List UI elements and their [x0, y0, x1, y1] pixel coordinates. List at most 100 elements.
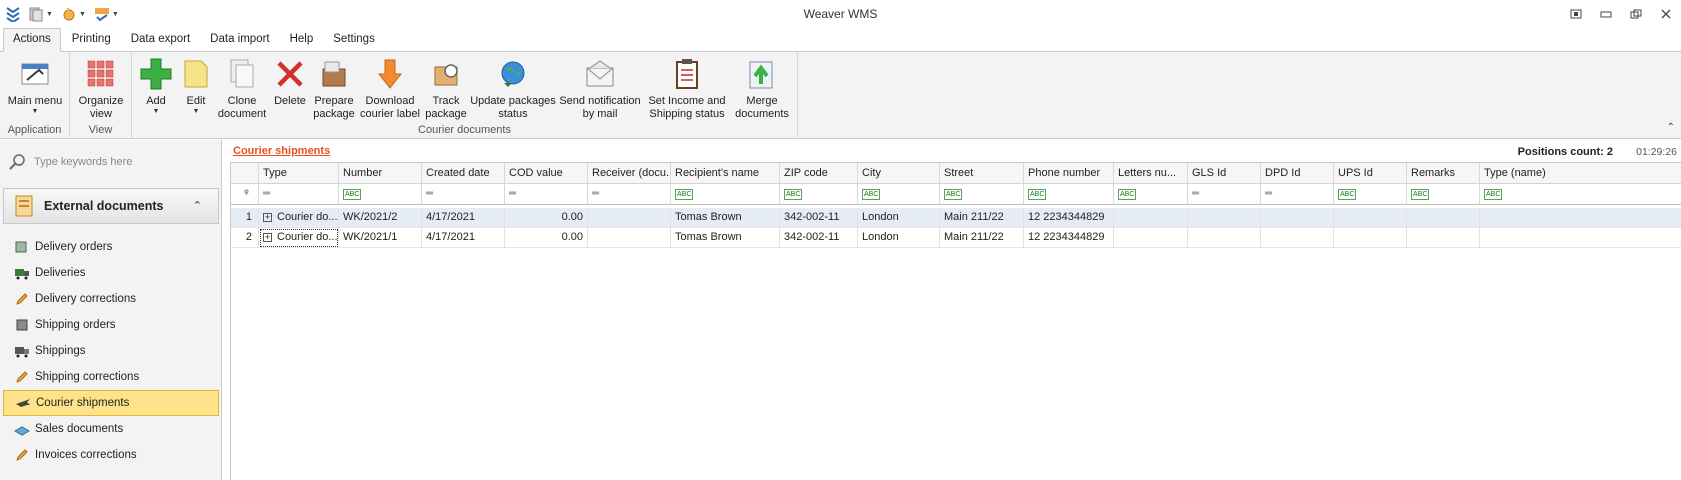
cell-type[interactable]: + Courier do... — [259, 228, 339, 248]
filter-cell-street[interactable]: ABC — [940, 184, 1024, 205]
sidebar-item-shipping-orders[interactable]: Shipping orders — [3, 312, 219, 338]
cell-receiver[interactable] — [588, 228, 671, 248]
filter-cell-remarks[interactable]: ABC — [1407, 184, 1480, 205]
column-header-cod-value[interactable]: COD value — [505, 163, 588, 184]
filter-cell-created-date[interactable]: ═ — [422, 184, 505, 205]
qat-spellcheck-button[interactable]: ▼ — [92, 4, 121, 24]
table-row[interactable]: 2 + Courier do... WK/2021/1 4/17/2021 0.0… — [231, 228, 1681, 248]
collapse-ribbon-button[interactable]: ⌃ — [1667, 122, 1675, 133]
cell-ups-id[interactable] — [1334, 208, 1407, 228]
restore-button[interactable] — [1621, 0, 1651, 28]
filter-cell-type-name[interactable]: ABC — [1480, 184, 1681, 205]
filter-cell-recipient-name[interactable]: ABC — [671, 184, 780, 205]
column-header-type-name[interactable]: Type (name) — [1480, 163, 1681, 184]
screenshot-button[interactable] — [1561, 0, 1591, 28]
column-header-recipient-name[interactable]: Recipient's name — [671, 163, 780, 184]
cell-letters-number[interactable] — [1114, 228, 1188, 248]
organize-view-button[interactable]: Organize view — [74, 54, 128, 121]
sidebar-item-shippings[interactable]: Shippings — [3, 338, 219, 364]
cell-letters-number[interactable] — [1114, 208, 1188, 228]
app-menu-button[interactable] — [4, 4, 22, 24]
sidebar-item-delivery-corrections[interactable]: Delivery corrections — [3, 286, 219, 312]
close-button[interactable] — [1651, 0, 1681, 28]
cell-receiver[interactable] — [588, 208, 671, 228]
filter-cell-zip-code[interactable]: ABC — [780, 184, 858, 205]
filter-cell-gls-id[interactable]: ═ — [1188, 184, 1261, 205]
cell-type-name[interactable] — [1480, 208, 1681, 228]
column-header-receiver[interactable]: Receiver (docu... — [588, 163, 671, 184]
cell-ups-id[interactable] — [1334, 228, 1407, 248]
column-header-city[interactable]: City — [858, 163, 940, 184]
minimize-button[interactable] — [1591, 0, 1621, 28]
column-header-letters-number[interactable]: Letters nu... — [1114, 163, 1188, 184]
cell-street[interactable]: Main 211/22 — [940, 208, 1024, 228]
sidebar-item-deliveries[interactable]: Deliveries — [3, 260, 219, 286]
filter-cell-number[interactable]: ABC — [339, 184, 422, 205]
nav-group-external-documents[interactable]: External documents ⌃ — [3, 188, 219, 224]
sidebar-item-invoices-corrections[interactable]: Invoices corrections — [3, 442, 219, 468]
sidebar-item-sales-documents[interactable]: Sales documents — [3, 416, 219, 442]
column-header-phone-number[interactable]: Phone number — [1024, 163, 1114, 184]
cell-created-date[interactable]: 4/17/2021 — [422, 208, 505, 228]
filter-cell-letters-number[interactable]: ABC — [1114, 184, 1188, 205]
cell-phone-number[interactable]: 12 2234344829 — [1024, 208, 1114, 228]
cell-recipient-name[interactable]: Tomas Brown — [671, 228, 780, 248]
cell-type[interactable]: + Courier do... — [259, 208, 339, 228]
send-notification-button[interactable]: Send notification by mail — [558, 54, 642, 121]
track-package-button[interactable]: Track package — [422, 54, 470, 121]
cell-created-date[interactable]: 4/17/2021 — [422, 228, 505, 248]
edit-button[interactable]: Edit ▼ — [178, 54, 214, 116]
column-header-type[interactable]: Type — [259, 163, 339, 184]
column-header-remarks[interactable]: Remarks — [1407, 163, 1480, 184]
filter-cell-ups-id[interactable]: ABC — [1334, 184, 1407, 205]
add-button[interactable]: Add ▼ — [136, 54, 176, 116]
sidebar-item-courier-shipments[interactable]: Courier shipments — [3, 390, 219, 416]
filter-cell-type[interactable]: ═ — [259, 184, 339, 205]
cell-zip-code[interactable]: 342-002-11 — [780, 228, 858, 248]
cell-type-name[interactable] — [1480, 228, 1681, 248]
filter-cell-cod-value[interactable]: ═ — [505, 184, 588, 205]
cell-number[interactable]: WK/2021/2 — [339, 208, 422, 228]
set-income-shipping-status-button[interactable]: Set Income and Shipping status — [644, 54, 730, 121]
column-header-street[interactable]: Street — [940, 163, 1024, 184]
delete-button[interactable]: Delete — [270, 54, 310, 108]
tab-data-import[interactable]: Data import — [201, 29, 278, 51]
cell-city[interactable]: London — [858, 228, 940, 248]
cell-gls-id[interactable] — [1188, 208, 1261, 228]
prepare-package-button[interactable]: Prepare package — [310, 54, 358, 121]
cell-remarks[interactable] — [1407, 228, 1480, 248]
column-header-created-date[interactable]: Created date — [422, 163, 505, 184]
download-courier-label-button[interactable]: Download courier label — [358, 54, 422, 121]
clone-document-button[interactable]: Clone document — [216, 54, 268, 121]
column-header-dpd-id[interactable]: DPD Id — [1261, 163, 1334, 184]
tab-data-export[interactable]: Data export — [122, 29, 199, 51]
sidebar-item-shipping-corrections[interactable]: Shipping corrections — [3, 364, 219, 390]
qat-hand-button[interactable]: ▼ — [59, 4, 88, 24]
filter-cell-receiver[interactable]: ═ — [588, 184, 671, 205]
column-header-gls-id[interactable]: GLS Id — [1188, 163, 1261, 184]
tab-settings[interactable]: Settings — [324, 29, 384, 51]
filter-cell-city[interactable]: ABC — [858, 184, 940, 205]
cell-street[interactable]: Main 211/22 — [940, 228, 1024, 248]
tab-actions[interactable]: Actions — [3, 28, 61, 52]
sidebar-item-delivery-orders[interactable]: Delivery orders — [3, 234, 219, 260]
cell-phone-number[interactable]: 12 2234344829 — [1024, 228, 1114, 248]
table-row[interactable]: 1 + Courier do... WK/2021/2 4/17/2021 0.0… — [231, 208, 1681, 228]
column-header-zip-code[interactable]: ZIP code — [780, 163, 858, 184]
search-box[interactable]: Type keywords here — [8, 150, 214, 174]
tab-printing[interactable]: Printing — [63, 29, 120, 51]
cell-dpd-id[interactable] — [1261, 228, 1334, 248]
column-header-ups-id[interactable]: UPS Id — [1334, 163, 1407, 184]
cell-city[interactable]: London — [858, 208, 940, 228]
cell-remarks[interactable] — [1407, 208, 1480, 228]
cell-recipient-name[interactable]: Tomas Brown — [671, 208, 780, 228]
tab-help[interactable]: Help — [281, 29, 323, 51]
cell-number[interactable]: WK/2021/1 — [339, 228, 422, 248]
filter-cell-phone-number[interactable]: ABC — [1024, 184, 1114, 205]
qat-documents-button[interactable]: ▼ — [26, 4, 55, 24]
column-header-number[interactable]: Number — [339, 163, 422, 184]
cell-cod-value[interactable]: 0.00 — [505, 228, 588, 248]
cell-zip-code[interactable]: 342-002-11 — [780, 208, 858, 228]
cell-gls-id[interactable] — [1188, 228, 1261, 248]
main-menu-button[interactable]: Main menu ▼ — [4, 54, 66, 116]
